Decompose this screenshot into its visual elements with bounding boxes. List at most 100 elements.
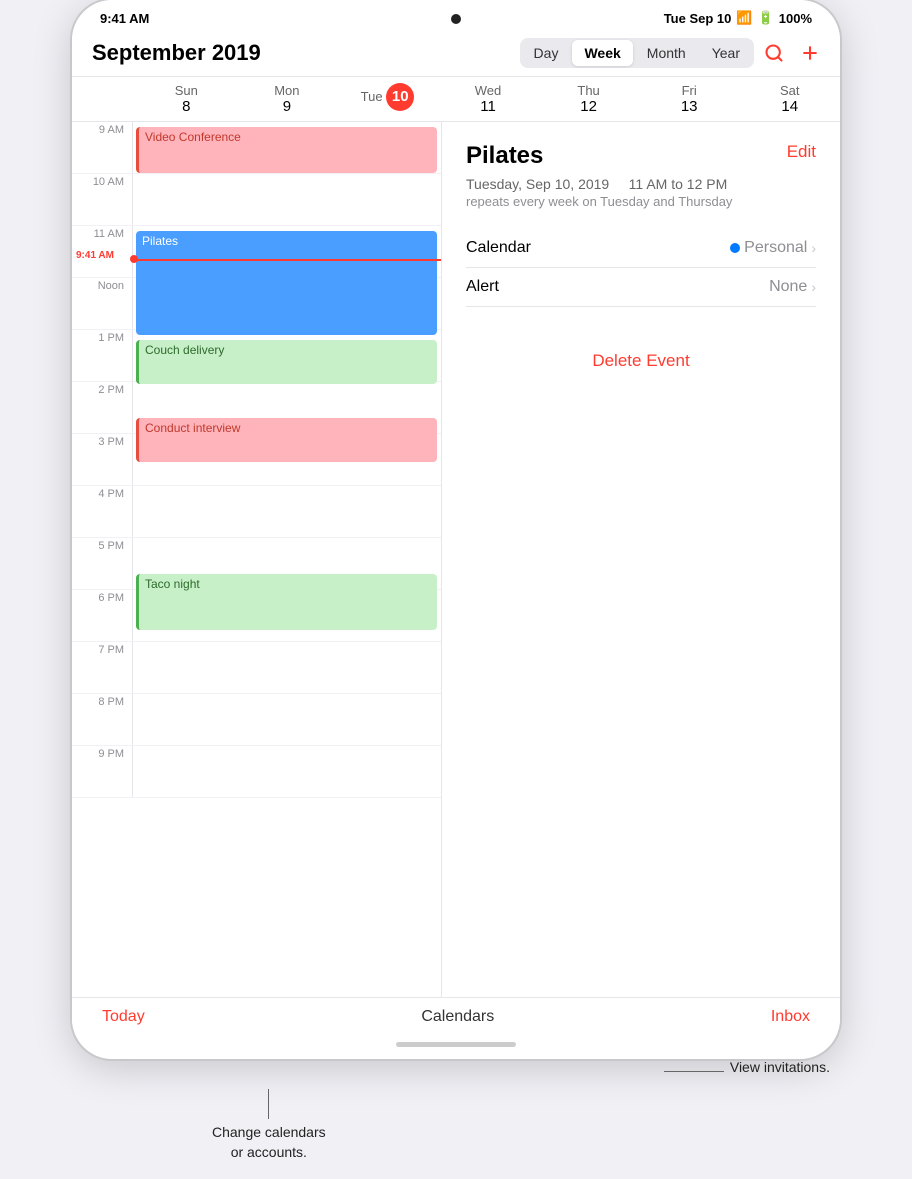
day-name-thu: Thu <box>577 83 599 98</box>
status-date: Tue Sep 10 <box>664 11 732 26</box>
search-icon <box>764 43 784 63</box>
time-label-10am: 10 AM <box>72 174 132 225</box>
alert-chevron-icon: › <box>811 279 816 295</box>
time-label-2pm: 2 PM <box>72 382 132 433</box>
event-conduct-interview[interactable]: Conduct interview <box>136 418 437 462</box>
alert-label: Alert <box>466 278 499 296</box>
time-label-5pm: 5 PM <box>72 538 132 589</box>
time-label-4pm: 4 PM <box>72 486 132 537</box>
app-title: September 2019 <box>92 40 510 66</box>
view-year-btn[interactable]: Year <box>700 40 752 66</box>
day-name-fri: Fri <box>682 83 697 98</box>
event-detail-date: Tuesday, Sep 10, 2019 11 AM to 12 PM <box>466 176 816 192</box>
event-title-couch-delivery: Couch delivery <box>145 343 224 357</box>
calendar-color-dot <box>730 243 740 253</box>
slot-9pm <box>132 746 441 797</box>
tab-bar: Today Calendars Inbox <box>72 997 840 1036</box>
battery-icon: 🔋 <box>758 10 774 26</box>
slot-10am <box>132 174 441 225</box>
add-event-button[interactable] <box>800 43 820 63</box>
day-num-sun: 8 <box>136 98 237 115</box>
inbox-annotation: View invitations. <box>664 1059 830 1075</box>
calendar-chevron-icon: › <box>811 240 816 256</box>
time-row-7pm: 7 PM <box>72 642 441 694</box>
time-row-4pm: 4 PM <box>72 486 441 538</box>
time-label-3pm: 3 PM <box>72 434 132 485</box>
calendars-annotation-line <box>268 1089 269 1119</box>
inbox-tab-button[interactable]: Inbox <box>771 1008 810 1026</box>
home-indicator <box>396 1042 516 1047</box>
time-slots: 9 AM 10 AM 11 AM Noon <box>72 122 441 798</box>
event-couch-delivery[interactable]: Couch delivery <box>136 340 437 384</box>
day-header-wed[interactable]: Wed 11 <box>438 83 539 115</box>
time-label-noon: Noon <box>72 278 132 329</box>
wifi-icon: 📶 <box>736 10 752 26</box>
inbox-annotation-line <box>664 1071 724 1072</box>
event-title-taco-night: Taco night <box>145 577 200 591</box>
day-headers-row: Sun 8 Mon 9 Tue 10 Wed 11 Thu 12 Fri 13 <box>72 77 840 122</box>
slot-7pm <box>132 642 441 693</box>
event-title-conduct-interview: Conduct interview <box>145 421 240 435</box>
today-tab-button[interactable]: Today <box>102 1008 145 1026</box>
calendars-annotation: Change calendarsor accounts. <box>212 1089 326 1162</box>
time-row-8pm: 8 PM <box>72 694 441 746</box>
event-pilates[interactable]: Pilates <box>136 231 437 335</box>
day-name-tue: Tue <box>361 89 383 104</box>
calendars-annotation-text: Change calendarsor accounts. <box>212 1123 326 1162</box>
status-right: Tue Sep 10 📶 🔋 100% <box>664 10 812 26</box>
camera-dot <box>451 14 461 24</box>
calendar-value: Personal › <box>730 239 816 257</box>
time-label-8pm: 8 PM <box>72 694 132 745</box>
event-taco-night[interactable]: Taco night <box>136 574 437 630</box>
day-num-wed: 11 <box>438 98 539 115</box>
view-switcher: Day Week Month Year <box>520 38 754 68</box>
event-title-video-conference: Video Conference <box>145 130 241 144</box>
day-num-tue: 10 <box>386 83 414 111</box>
alert-value: None › <box>769 278 816 296</box>
event-detail-repeat: repeats every week on Tuesday and Thursd… <box>466 194 816 209</box>
current-time-line <box>132 259 441 261</box>
header-icons <box>764 43 820 63</box>
status-time: 9:41 AM <box>100 11 149 26</box>
calendars-tab-button[interactable]: Calendars <box>421 1008 494 1026</box>
slot-8pm <box>132 694 441 745</box>
current-time-dot <box>130 255 138 263</box>
day-header-mon[interactable]: Mon 9 <box>237 83 338 115</box>
time-label-9pm: 9 PM <box>72 746 132 797</box>
time-label-6pm: 6 PM <box>72 590 132 641</box>
day-name-sat: Sat <box>780 83 800 98</box>
delete-event-button[interactable]: Delete Event <box>466 337 816 385</box>
event-video-conference[interactable]: Video Conference <box>136 127 437 173</box>
event-detail-alert-row[interactable]: Alert None › <box>466 268 816 307</box>
plus-icon <box>800 43 820 63</box>
edit-event-button[interactable]: Edit <box>787 142 816 162</box>
day-name-mon: Mon <box>274 83 299 98</box>
day-name-sun: Sun <box>175 83 198 98</box>
time-label-9am: 9 AM <box>72 122 132 173</box>
calendar-label: Calendar <box>466 239 531 257</box>
event-title-pilates: Pilates <box>142 234 178 248</box>
day-num-thu: 12 <box>538 98 639 115</box>
day-name-wed: Wed <box>475 83 502 98</box>
calendar-grid: 9 AM 10 AM 11 AM Noon <box>72 122 442 997</box>
battery-pct: 100% <box>779 11 812 26</box>
event-detail-calendar-row[interactable]: Calendar Personal › <box>466 229 816 268</box>
time-label-1pm: 1 PM <box>72 330 132 381</box>
day-header-fri[interactable]: Fri 13 <box>639 83 740 115</box>
view-month-btn[interactable]: Month <box>635 40 698 66</box>
day-header-tue[interactable]: Tue 10 <box>337 83 438 115</box>
search-button[interactable] <box>764 43 784 63</box>
slot-4pm <box>132 486 441 537</box>
view-day-btn[interactable]: Day <box>522 40 571 66</box>
day-header-sat[interactable]: Sat 14 <box>739 83 840 115</box>
event-detail-header: Pilates Edit <box>466 142 816 170</box>
day-num-sat: 14 <box>739 98 840 115</box>
day-num-fri: 13 <box>639 98 740 115</box>
app-header: September 2019 Day Week Month Year <box>72 30 840 77</box>
main-content: 9 AM 10 AM 11 AM Noon <box>72 122 840 997</box>
day-header-thu[interactable]: Thu 12 <box>538 83 639 115</box>
view-week-btn[interactable]: Week <box>572 40 632 66</box>
day-num-mon: 9 <box>237 98 338 115</box>
day-header-sun[interactable]: Sun 8 <box>136 83 237 115</box>
time-row-10am: 10 AM <box>72 174 441 226</box>
